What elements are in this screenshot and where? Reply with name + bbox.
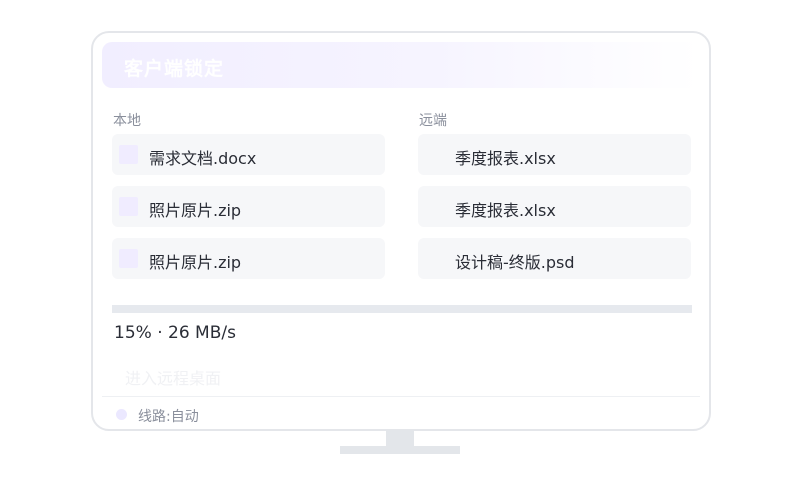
stage: 客户端锁定 本地 需求文档.docx 照片原片.zip 照片原片.zip 远端 … bbox=[0, 0, 800, 500]
monitor-frame: 客户端锁定 本地 需求文档.docx 照片原片.zip 照片原片.zip 远端 … bbox=[91, 31, 711, 431]
file-name: 季度报表.xlsx bbox=[455, 201, 556, 220]
transfer-status-text: 15% · 26 MB/s bbox=[114, 323, 236, 343]
file-name: 照片原片.zip bbox=[149, 253, 242, 272]
header-title: 客户端锁定 bbox=[124, 58, 225, 80]
local-file-item[interactable]: 照片原片.zip bbox=[112, 186, 385, 227]
file-icon bbox=[119, 145, 138, 164]
file-name: 季度报表.xlsx bbox=[455, 149, 556, 168]
route-status-dot-icon bbox=[116, 409, 127, 420]
remote-file-item[interactable]: 设计稿-终版.psd bbox=[418, 238, 691, 279]
monitor-stand-base bbox=[340, 446, 460, 454]
file-name: 需求文档.docx bbox=[149, 149, 257, 168]
file-name: 照片原片.zip bbox=[149, 201, 242, 220]
remote-file-item[interactable]: 季度报表.xlsx bbox=[418, 134, 691, 175]
local-column-label: 本地 bbox=[113, 113, 141, 129]
lock-header: 客户端锁定 bbox=[102, 42, 700, 88]
monitor-stand-neck bbox=[386, 430, 414, 447]
transfer-progress-fill bbox=[112, 305, 199, 313]
route-status-text: 线路:自动 bbox=[138, 409, 199, 425]
enter-remote-desktop-button[interactable]: 进入远程桌面 bbox=[125, 365, 221, 389]
remote-column-label: 远端 bbox=[419, 113, 447, 129]
file-name: 设计稿-终版.psd bbox=[455, 253, 575, 272]
transfer-progress-bar bbox=[112, 305, 692, 313]
local-file-item[interactable]: 照片原片.zip bbox=[112, 238, 385, 279]
local-file-item[interactable]: 需求文档.docx bbox=[112, 134, 385, 175]
file-icon bbox=[119, 249, 138, 268]
footer-divider bbox=[102, 396, 700, 397]
file-icon bbox=[119, 197, 138, 216]
remote-file-item[interactable]: 季度报表.xlsx bbox=[418, 186, 691, 227]
